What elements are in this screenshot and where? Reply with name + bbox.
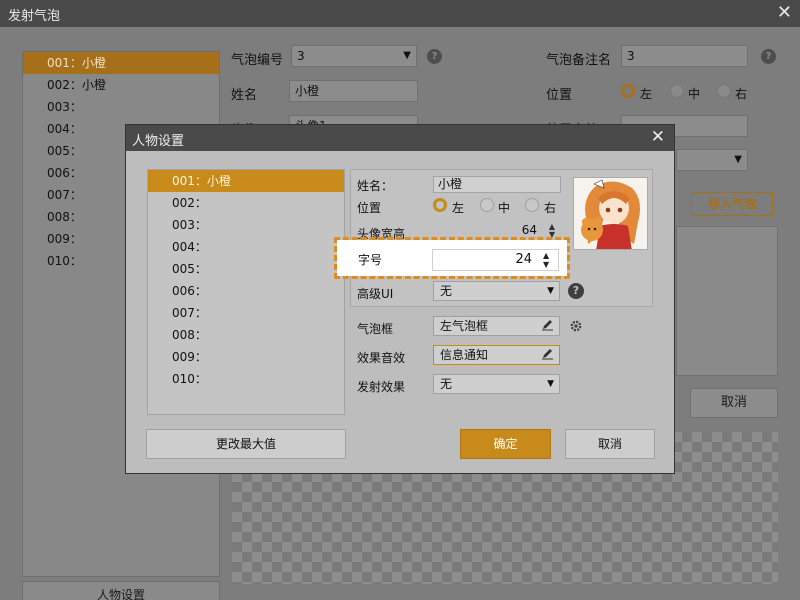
bubble-note-value: 3 [627,49,635,63]
position-right-label: 右 [735,87,748,101]
list-item[interactable]: 007： [148,302,344,324]
avatar-size-value: 64 [521,223,537,237]
list-item[interactable]: 010： [148,368,344,390]
dialog-close-icon[interactable]: ✕ [651,127,665,147]
list-item[interactable]: 002： [148,192,344,214]
import-bubble-button[interactable]: 导入气泡 [691,192,773,216]
ok-button[interactable]: 确定 [460,429,551,459]
char-name-input[interactable]: 小橙 [433,176,561,193]
window-close-icon[interactable]: ✕ [777,2,792,23]
outer-cancel-button[interactable]: 取消 [690,388,778,418]
chevron-down-icon: ▼ [547,379,554,389]
window-titlebar: 发射气泡 ✕ [0,0,800,27]
position-left-label: 左 [640,87,653,101]
bubble-id-label: 气泡编号 [231,53,284,68]
list-item[interactable]: 009： [148,346,344,368]
advanced-ui-select[interactable]: 无 ▼ [433,281,560,301]
bubble-frame-select[interactable]: 左气泡框 [433,316,560,336]
bubble-id-select[interactable]: 3 ▼ [291,45,417,67]
fire-effect-select[interactable]: 无 ▼ [433,374,560,394]
bubble-note-input[interactable]: 3 [621,45,748,67]
dialog-titlebar: 人物设置 ✕ [126,125,674,151]
dialog-title: 人物设置 [132,134,185,149]
bubble-id-value: 3 [297,49,305,63]
window-title: 发射气泡 [8,9,61,24]
list-item[interactable]: 001：小橙 [148,170,344,192]
advanced-ui-label: 高级UI [357,287,394,301]
help-icon[interactable]: ? [761,49,776,64]
pencil-icon[interactable] [541,318,554,336]
effect-sound-label: 效果音效 [357,351,406,365]
position-center-label: 中 [688,87,701,101]
position-left-radio[interactable] [621,84,635,98]
chevron-down-icon: ▼ [403,50,411,61]
char-position-center-radio[interactable] [480,198,494,212]
dialog-cancel-button[interactable]: 取消 [565,429,655,459]
name-label: 姓名 [231,88,258,103]
list-item[interactable]: 004： [148,236,344,258]
fire-effect-value: 无 [440,377,453,391]
char-name-label: 姓名： [357,179,394,193]
effect-sound-select[interactable]: 信息通知 [433,345,560,365]
help-icon[interactable]: ? [427,49,442,64]
position-center-radio[interactable] [670,84,684,98]
advanced-ui-value: 无 [440,284,453,298]
character-list: 001：小橙 002： 003： 004： 005： 006： 007： 008… [147,169,345,415]
change-max-button[interactable]: 更改最大值 [146,429,346,459]
pencil-icon[interactable] [541,347,554,365]
name-value: 小橙 [295,84,320,98]
character-settings-dialog: 人物设置 ✕ 001：小橙 002： 003： 004： 005： 006： 0… [125,124,675,474]
highlight-frame [334,237,570,279]
list-item[interactable]: 001：小橙 [23,52,219,74]
char-position-right-label: 右 [544,201,557,215]
list-item[interactable]: 003： [148,214,344,236]
bubble-frame-value: 左气泡框 [440,319,489,333]
bubble-note-label: 气泡备注名 [546,53,612,68]
gear-icon[interactable] [569,319,583,336]
list-item[interactable]: 006： [148,280,344,302]
position-label: 位置 [546,88,573,103]
help-icon[interactable]: ? [568,283,584,299]
list-item[interactable]: 002：小橙 [23,74,219,96]
bubble-preview-panel [676,226,778,376]
list-item[interactable]: 003： [23,96,219,118]
char-position-left-radio[interactable] [433,198,447,212]
char-position-left-label: 左 [452,201,465,215]
chevron-down-icon: ▼ [547,286,554,296]
fire-effect-label: 发射效果 [357,380,406,394]
list-item[interactable]: 008： [148,324,344,346]
list-item[interactable]: 005： [148,258,344,280]
position-right-radio[interactable] [717,84,731,98]
effect-sound-value: 信息通知 [440,348,489,362]
character-portrait-icon [574,178,647,249]
character-settings-button[interactable]: 人物设置 [22,581,220,600]
chevron-down-icon: ▼ [734,154,742,165]
bubble-frame-label: 气泡框 [357,322,394,336]
avatar-image [573,177,648,250]
char-position-center-label: 中 [498,201,511,215]
char-position-right-radio[interactable] [525,198,539,212]
outer-select[interactable]: ▼ [676,149,748,171]
name-input[interactable]: 小橙 [289,80,418,102]
char-position-label: 位置 [357,201,382,215]
